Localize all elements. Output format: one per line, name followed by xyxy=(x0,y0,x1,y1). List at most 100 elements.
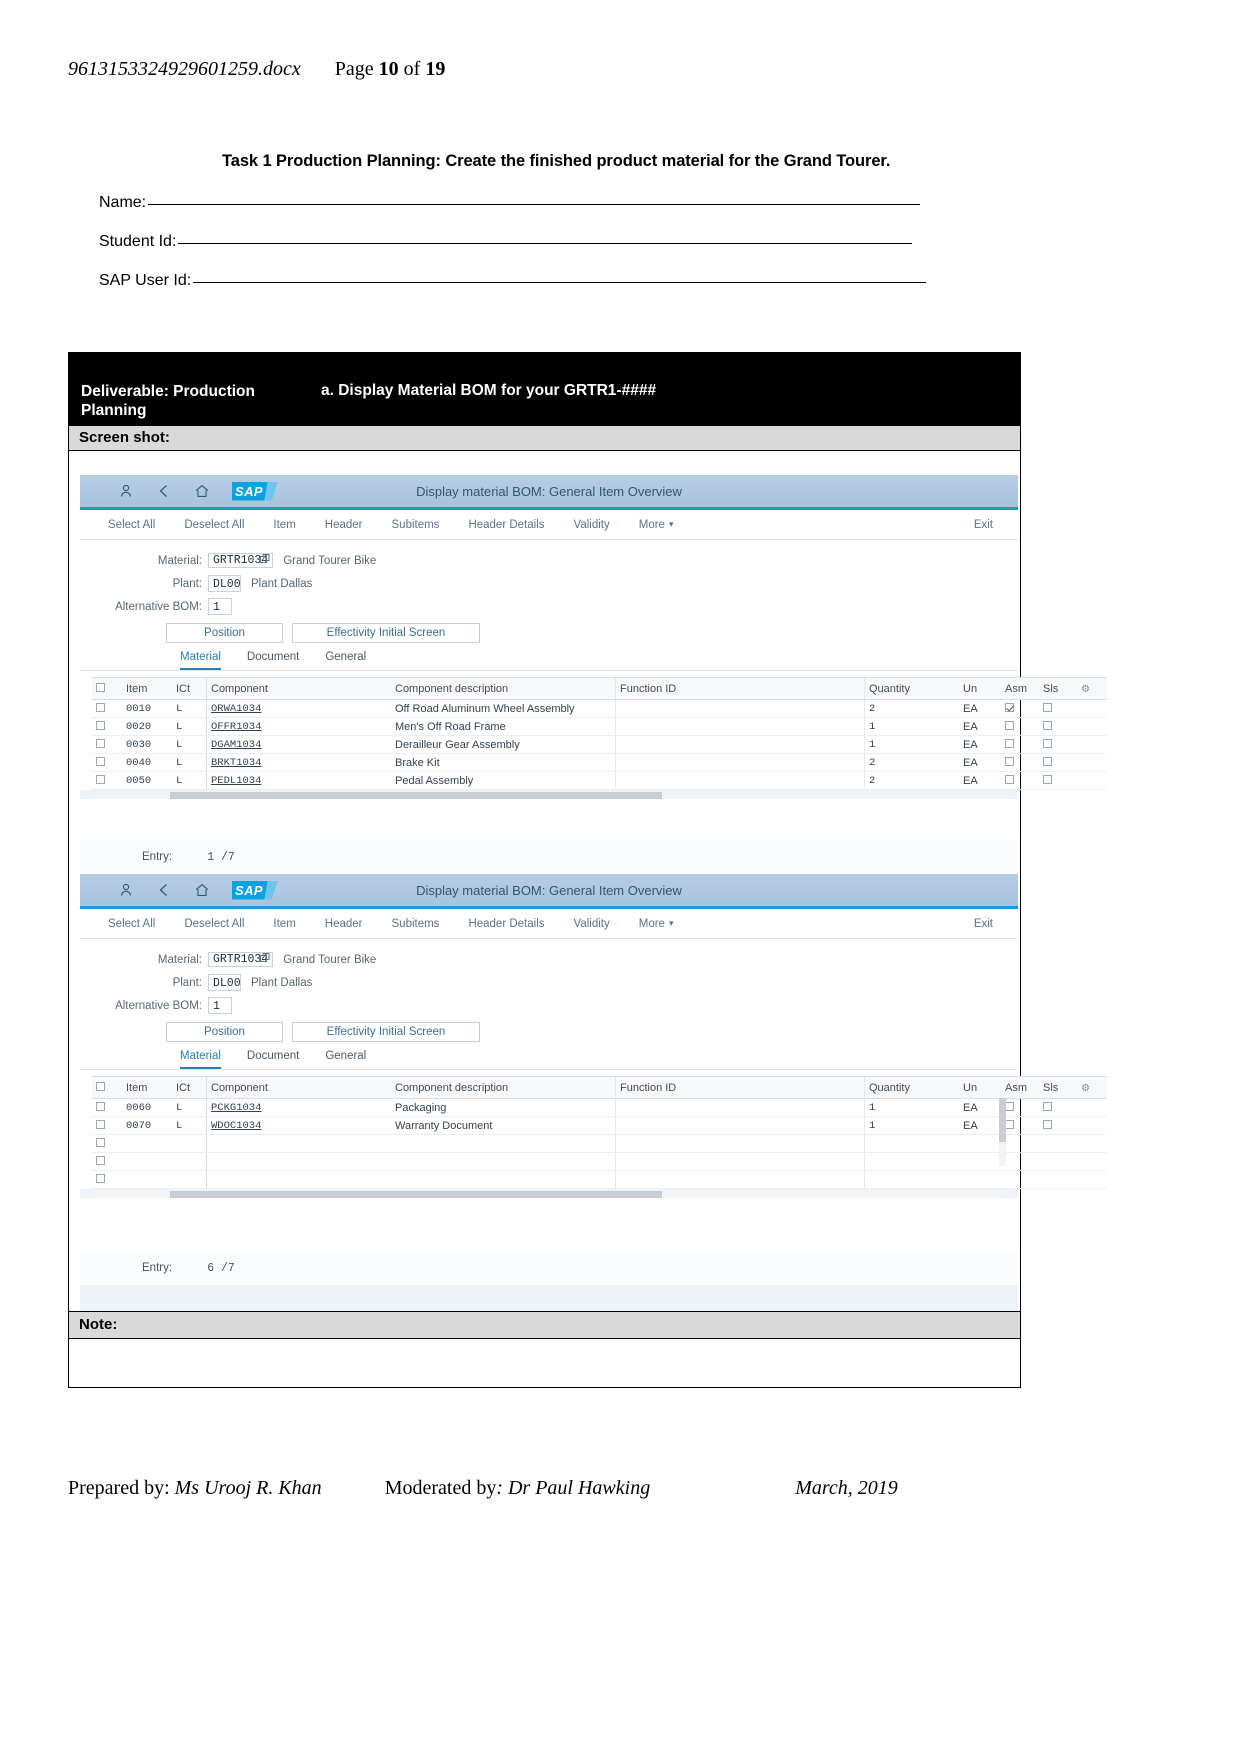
col-header-component-description[interactable]: Component description xyxy=(391,1076,616,1099)
table-row[interactable]: 0060 L PCKG1034 Packaging 1 EA xyxy=(92,1098,1107,1117)
cell-component[interactable]: PEDL1034 xyxy=(206,771,391,790)
col-header-quantity[interactable]: Quantity xyxy=(864,677,959,700)
tab-general[interactable]: General xyxy=(325,651,366,670)
cell-sls[interactable] xyxy=(1039,753,1077,772)
effectivity-initial-screen-button[interactable]: Effectivity Initial Screen xyxy=(292,1022,480,1042)
scrollbar-thumb[interactable] xyxy=(999,1098,1006,1142)
table-row[interactable]: 0070 L WDOC1034 Warranty Document 1 EA xyxy=(92,1116,1107,1135)
cell-component[interactable]: WDOC1034 xyxy=(206,1116,391,1135)
row-select-checkbox[interactable] xyxy=(96,738,105,748)
name-blank-line[interactable] xyxy=(148,203,921,205)
cell-sls[interactable] xyxy=(1039,771,1077,790)
plant-input[interactable]: DL00 xyxy=(208,974,241,991)
row-select-checkbox[interactable] xyxy=(96,1101,105,1111)
row-select-checkbox[interactable] xyxy=(96,1173,105,1183)
scrollbar-thumb[interactable] xyxy=(170,1191,662,1198)
toolbar-subitems[interactable]: Subitems xyxy=(392,918,440,930)
cell-sls[interactable] xyxy=(1039,699,1077,718)
toolbar-item[interactable]: Item xyxy=(273,519,295,531)
table-row[interactable]: 0040 L BRKT1034 Brake Kit 2 EA xyxy=(92,753,1107,772)
tab-material[interactable]: Material xyxy=(180,651,221,670)
component-link[interactable]: BRKT1034 xyxy=(211,757,261,769)
table-vertical-scrollbar-2[interactable] xyxy=(999,1098,1006,1166)
toolbar-header-details[interactable]: Header Details xyxy=(468,918,544,930)
sls-checkbox[interactable] xyxy=(1043,738,1052,748)
tab-material[interactable]: Material xyxy=(180,1050,221,1069)
student-id-blank-line[interactable] xyxy=(178,242,913,244)
col-header-sls[interactable]: Sls xyxy=(1039,677,1077,700)
toolbar-validity[interactable]: Validity xyxy=(574,918,610,930)
component-link[interactable]: PEDL1034 xyxy=(211,775,261,787)
asm-checkbox[interactable] xyxy=(1005,702,1014,712)
row-select-checkbox[interactable] xyxy=(96,774,105,784)
row-select-checkbox[interactable] xyxy=(96,702,105,712)
table-row[interactable]: 0020 L OFFR1034 Men's Off Road Frame 1 EA xyxy=(92,717,1107,736)
alternative-bom-input[interactable]: 1 xyxy=(208,997,232,1014)
cell-asm[interactable] xyxy=(1001,771,1039,790)
cell-component[interactable]: PCKG1034 xyxy=(206,1098,391,1117)
cell-sls[interactable] xyxy=(1039,717,1077,736)
table-row-empty[interactable] xyxy=(92,1134,1107,1153)
toolbar-select-all[interactable]: Select All xyxy=(108,918,155,930)
select-all-checkbox-header[interactable] xyxy=(92,677,122,700)
asm-checkbox[interactable] xyxy=(1005,738,1014,748)
position-button[interactable]: Position xyxy=(166,623,283,643)
cell-asm[interactable] xyxy=(1001,735,1039,754)
component-link[interactable]: WDOC1034 xyxy=(211,1120,261,1132)
sls-checkbox[interactable] xyxy=(1043,720,1052,730)
row-select-checkbox-cell[interactable] xyxy=(92,1134,122,1153)
toolbar-more[interactable]: More ▾ xyxy=(639,918,674,930)
row-select-checkbox-cell[interactable] xyxy=(92,771,122,790)
cell-sls[interactable] xyxy=(1039,1116,1077,1135)
cell-asm[interactable] xyxy=(1001,699,1039,718)
component-link[interactable]: DGAM1034 xyxy=(211,739,261,751)
row-select-checkbox[interactable] xyxy=(96,1155,105,1165)
table-row[interactable]: 0030 L DGAM1034 Derailleur Gear Assembly 1 EA xyxy=(92,735,1107,754)
row-select-checkbox-cell[interactable] xyxy=(92,1098,122,1117)
toolbar-deselect-all[interactable]: Deselect All xyxy=(184,918,244,930)
tab-document[interactable]: Document xyxy=(247,1050,299,1069)
home-icon[interactable] xyxy=(194,483,210,499)
toolbar-header-details[interactable]: Header Details xyxy=(468,519,544,531)
cell-component[interactable]: ORWA1034 xyxy=(206,699,391,718)
value-help-icon[interactable] xyxy=(260,953,270,963)
user-icon[interactable] xyxy=(118,882,134,898)
tab-general[interactable]: General xyxy=(325,1050,366,1069)
row-select-checkbox[interactable] xyxy=(96,720,105,730)
sls-checkbox[interactable] xyxy=(1043,1119,1052,1129)
user-icon[interactable] xyxy=(118,483,134,499)
row-select-checkbox-cell[interactable] xyxy=(92,1152,122,1171)
col-header-item[interactable]: Item xyxy=(122,1076,172,1099)
back-chevron-icon[interactable] xyxy=(156,483,172,499)
row-select-checkbox-cell[interactable] xyxy=(92,735,122,754)
cell-asm[interactable] xyxy=(1001,717,1039,736)
cell-component[interactable]: OFFR1034 xyxy=(206,717,391,736)
sap-user-id-blank-line[interactable] xyxy=(193,281,927,283)
col-header-asm[interactable]: Asm xyxy=(1001,677,1039,700)
toolbar-select-all[interactable]: Select All xyxy=(108,519,155,531)
table-horizontal-scrollbar-1[interactable] xyxy=(92,792,1006,799)
plant-input[interactable]: DL00 xyxy=(208,575,241,592)
tab-document[interactable]: Document xyxy=(247,651,299,670)
toolbar-exit[interactable]: Exit xyxy=(974,918,993,930)
col-header-component-description[interactable]: Component description xyxy=(391,677,616,700)
table-horizontal-scrollbar-2[interactable] xyxy=(92,1191,1006,1198)
row-select-checkbox-cell[interactable] xyxy=(92,753,122,772)
cell-asm[interactable] xyxy=(1001,1116,1039,1135)
col-header-ict[interactable]: ICt xyxy=(172,677,207,700)
select-all-checkbox[interactable] xyxy=(96,1081,105,1091)
position-button[interactable]: Position xyxy=(166,1022,283,1042)
toolbar-deselect-all[interactable]: Deselect All xyxy=(184,519,244,531)
row-select-checkbox-cell[interactable] xyxy=(92,717,122,736)
asm-checkbox[interactable] xyxy=(1005,1101,1014,1111)
row-select-checkbox-cell[interactable] xyxy=(92,1170,122,1189)
col-header-component[interactable]: Component xyxy=(206,677,391,700)
cell-asm[interactable] xyxy=(1001,1098,1039,1117)
toolbar-header[interactable]: Header xyxy=(325,918,363,930)
row-select-checkbox[interactable] xyxy=(96,1119,105,1129)
table-settings-gear-icon[interactable]: ⚙ xyxy=(1077,1076,1107,1099)
cell-asm[interactable] xyxy=(1001,753,1039,772)
toolbar-subitems[interactable]: Subitems xyxy=(392,519,440,531)
sls-checkbox[interactable] xyxy=(1043,1101,1052,1111)
cell-sls[interactable] xyxy=(1039,735,1077,754)
